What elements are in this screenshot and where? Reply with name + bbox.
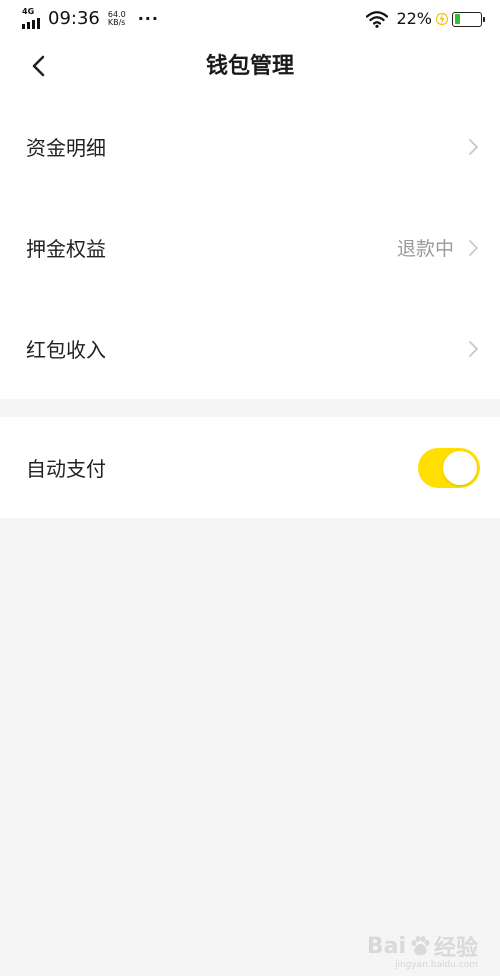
auto-pay-label: 自动支付 — [26, 457, 106, 481]
battery-icon — [452, 11, 485, 27]
chevron-right-icon — [469, 138, 478, 155]
clock: 09:36 — [48, 8, 100, 29]
watermark-brand-left: Bai — [366, 933, 406, 959]
section-divider — [0, 399, 500, 417]
menu-item-label: 押金权益 — [26, 237, 106, 261]
status-right: 22% — [366, 9, 485, 29]
auto-pay-row: 自动支付 — [0, 417, 500, 518]
refund-status: 退款中 — [396, 238, 454, 260]
watermark-url: jingyan.baidu.com — [394, 960, 478, 970]
status-left: 4G 09:36 64.0 KB/s ··· — [22, 7, 159, 29]
wifi-icon — [366, 11, 389, 28]
battery-percent: 22% — [396, 9, 432, 28]
network-speed: 64.0 KB/s — [108, 11, 126, 27]
cellular-signal-icon: 4G — [22, 7, 44, 29]
chevron-right-icon — [469, 340, 478, 357]
toggle-knob — [443, 450, 477, 485]
baidu-jingyan-watermark: Bai 经验 jingyan.baidu.com — [366, 930, 478, 971]
status-bar: 4G 09:36 64.0 KB/s ··· 22% — [0, 0, 500, 38]
watermark-brand-right: 经验 — [433, 936, 478, 961]
menu-item-fund-details[interactable]: 资金明细 — [0, 96, 500, 197]
top-area: 4G 09:36 64.0 KB/s ··· 22% 钱包管理 资金明细 押金权… — [0, 0, 500, 399]
auto-pay-toggle[interactable] — [418, 447, 480, 488]
paw-logo-icon — [411, 936, 430, 956]
charging-bolt-icon — [436, 12, 448, 26]
more-notifications-icon: ··· — [137, 9, 159, 28]
menu-item-label: 资金明细 — [26, 136, 106, 160]
menu-item-red-packet-income[interactable]: 红包收入 — [0, 298, 500, 399]
nav-bar: 钱包管理 — [0, 38, 500, 96]
speed-unit: KB/s — [107, 18, 126, 27]
settings-list: 自动支付 — [0, 417, 500, 518]
wallet-menu-list: 资金明细 押金权益 退款中 红包收入 — [0, 96, 500, 399]
menu-item-deposit-rights[interactable]: 押金权益 退款中 — [0, 197, 500, 298]
battery-fill — [454, 14, 460, 24]
page-title: 钱包管理 — [205, 54, 294, 79]
menu-item-label: 红包收入 — [26, 338, 106, 362]
chevron-right-icon — [469, 239, 478, 256]
network-type: 4G — [22, 7, 35, 16]
